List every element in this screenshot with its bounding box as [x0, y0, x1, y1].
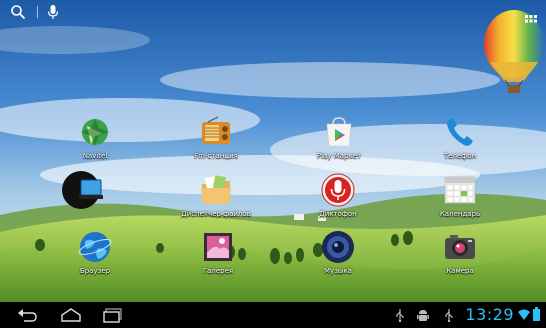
wallpaper: [0, 0, 546, 328]
android-debug-icon: [417, 310, 429, 321]
camera-icon: [445, 235, 475, 259]
microphone-icon: [321, 173, 355, 207]
search-icon[interactable]: [10, 4, 26, 20]
app-file-manager[interactable]: Диспетчер файлов: [174, 172, 258, 218]
app-label: Браузер: [79, 267, 111, 275]
app-label: Музыка: [324, 267, 352, 275]
top-bar: [0, 0, 546, 24]
navigation-bar: 13:29: [0, 302, 546, 328]
app-navitel[interactable]: Navitel: [53, 114, 137, 160]
app-camera[interactable]: Камера: [418, 229, 502, 275]
app-recorder[interactable]: Диктофон: [296, 172, 380, 218]
play-store-icon: [326, 117, 352, 147]
app-radio[interactable]: Fm-станция: [174, 114, 258, 160]
app-label: Fm-станция: [194, 152, 238, 160]
app-drawer-icon[interactable]: [524, 14, 538, 28]
app-label: Play Маркет: [316, 152, 362, 160]
home-icon[interactable]: [60, 307, 82, 323]
app-music[interactable]: Музыка: [296, 229, 380, 275]
app-label: Диспетчер файлов: [181, 210, 251, 218]
battery-icon: [533, 307, 540, 321]
gallery-icon: [204, 233, 232, 261]
globe-icon: [78, 232, 112, 262]
screen-cast-icon: [62, 171, 103, 209]
back-icon[interactable]: [16, 307, 38, 323]
navitel-globe-icon: [81, 118, 109, 146]
app-browser[interactable]: Браузер: [53, 229, 137, 275]
wifi-icon: [518, 309, 530, 320]
app-play-store[interactable]: Play Маркет: [297, 114, 381, 160]
app-phone[interactable]: Телефон: [418, 114, 502, 160]
app-screen[interactable]: [41, 170, 125, 212]
app-calendar[interactable]: Календарь: [418, 172, 502, 218]
app-label: Календарь: [439, 210, 481, 218]
app-gallery[interactable]: Галерея: [176, 229, 260, 275]
radio-icon: [202, 116, 230, 144]
divider: [37, 6, 38, 18]
phone-handset-icon: [447, 119, 473, 146]
app-label: Navitel: [82, 152, 108, 160]
recent-apps-icon[interactable]: [102, 307, 124, 323]
home-screen: Navitel Fm-станция Play Маркет Телефон Д…: [0, 0, 546, 328]
app-label: Телефон: [443, 152, 477, 160]
app-label: Галерея: [202, 267, 234, 275]
speaker-icon: [322, 231, 354, 263]
clock: 13:29: [465, 305, 514, 324]
calendar-icon: [444, 176, 476, 204]
app-label: Камера: [446, 267, 474, 275]
usb-icon: [396, 309, 404, 322]
microphone-icon[interactable]: [45, 4, 61, 20]
usb-icon: [445, 309, 453, 322]
file-manager-icon: [201, 175, 231, 204]
app-label: Диктофон: [319, 210, 357, 218]
